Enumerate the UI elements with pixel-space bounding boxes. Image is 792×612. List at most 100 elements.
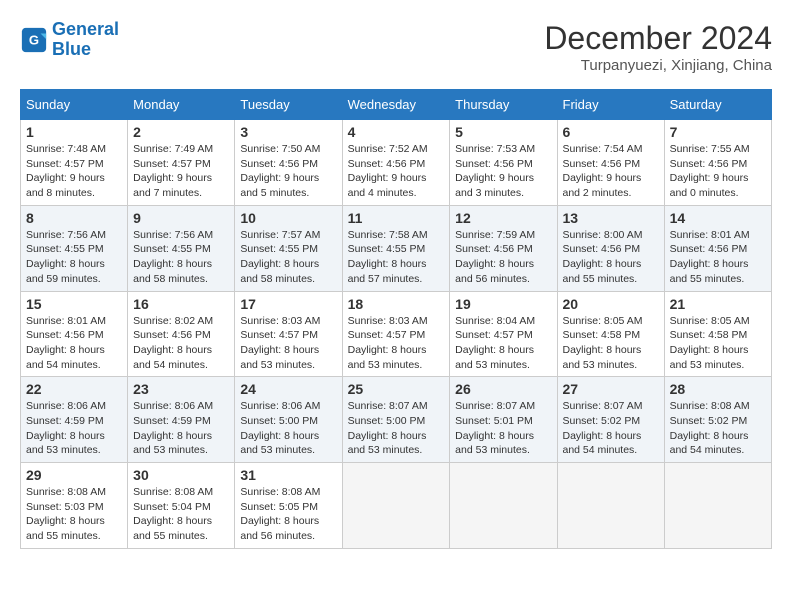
calendar-day-cell: 5 Sunrise: 7:53 AM Sunset: 4:56 PM Dayli… bbox=[450, 120, 557, 206]
day-info: Sunrise: 7:52 AM Sunset: 4:56 PM Dayligh… bbox=[348, 142, 445, 201]
calendar-week-row: 22 Sunrise: 8:06 AM Sunset: 4:59 PM Dayl… bbox=[21, 377, 772, 463]
calendar-day-cell: 30 Sunrise: 8:08 AM Sunset: 5:04 PM Dayl… bbox=[128, 463, 235, 549]
day-info: Sunrise: 7:56 AM Sunset: 4:55 PM Dayligh… bbox=[133, 228, 229, 287]
day-info: Sunrise: 8:08 AM Sunset: 5:02 PM Dayligh… bbox=[670, 399, 766, 458]
calendar-day-header: Wednesday bbox=[342, 90, 450, 120]
day-number: 2 bbox=[133, 124, 229, 140]
calendar-day-cell bbox=[557, 463, 664, 549]
svg-text:G: G bbox=[29, 32, 39, 47]
day-info: Sunrise: 8:04 AM Sunset: 4:57 PM Dayligh… bbox=[455, 314, 551, 373]
day-number: 27 bbox=[563, 381, 659, 397]
day-number: 11 bbox=[348, 210, 445, 226]
calendar-day-header: Friday bbox=[557, 90, 664, 120]
calendar-day-cell: 15 Sunrise: 8:01 AM Sunset: 4:56 PM Dayl… bbox=[21, 291, 128, 377]
calendar-day-cell: 4 Sunrise: 7:52 AM Sunset: 4:56 PM Dayli… bbox=[342, 120, 450, 206]
calendar-week-row: 1 Sunrise: 7:48 AM Sunset: 4:57 PM Dayli… bbox=[21, 120, 772, 206]
day-info: Sunrise: 8:08 AM Sunset: 5:05 PM Dayligh… bbox=[240, 485, 336, 544]
day-number: 9 bbox=[133, 210, 229, 226]
calendar-day-cell bbox=[664, 463, 771, 549]
day-number: 20 bbox=[563, 296, 659, 312]
day-info: Sunrise: 8:06 AM Sunset: 4:59 PM Dayligh… bbox=[26, 399, 122, 458]
day-info: Sunrise: 8:00 AM Sunset: 4:56 PM Dayligh… bbox=[563, 228, 659, 287]
logo-icon: G bbox=[20, 26, 48, 54]
calendar-day-header: Sunday bbox=[21, 90, 128, 120]
calendar-day-cell: 31 Sunrise: 8:08 AM Sunset: 5:05 PM Dayl… bbox=[235, 463, 342, 549]
day-number: 4 bbox=[348, 124, 445, 140]
calendar-day-cell: 29 Sunrise: 8:08 AM Sunset: 5:03 PM Dayl… bbox=[21, 463, 128, 549]
calendar-day-cell: 6 Sunrise: 7:54 AM Sunset: 4:56 PM Dayli… bbox=[557, 120, 664, 206]
logo-text: General Blue bbox=[52, 20, 119, 60]
day-number: 14 bbox=[670, 210, 766, 226]
day-info: Sunrise: 8:03 AM Sunset: 4:57 PM Dayligh… bbox=[348, 314, 445, 373]
calendar-day-cell: 3 Sunrise: 7:50 AM Sunset: 4:56 PM Dayli… bbox=[235, 120, 342, 206]
calendar-day-header: Thursday bbox=[450, 90, 557, 120]
day-info: Sunrise: 7:53 AM Sunset: 4:56 PM Dayligh… bbox=[455, 142, 551, 201]
day-number: 1 bbox=[26, 124, 122, 140]
day-number: 28 bbox=[670, 381, 766, 397]
calendar-day-cell: 17 Sunrise: 8:03 AM Sunset: 4:57 PM Dayl… bbox=[235, 291, 342, 377]
day-number: 16 bbox=[133, 296, 229, 312]
day-number: 8 bbox=[26, 210, 122, 226]
calendar-day-cell: 24 Sunrise: 8:06 AM Sunset: 5:00 PM Dayl… bbox=[235, 377, 342, 463]
day-info: Sunrise: 8:01 AM Sunset: 4:56 PM Dayligh… bbox=[670, 228, 766, 287]
calendar-day-cell: 7 Sunrise: 7:55 AM Sunset: 4:56 PM Dayli… bbox=[664, 120, 771, 206]
calendar-day-cell: 28 Sunrise: 8:08 AM Sunset: 5:02 PM Dayl… bbox=[664, 377, 771, 463]
day-info: Sunrise: 8:01 AM Sunset: 4:56 PM Dayligh… bbox=[26, 314, 122, 373]
day-number: 10 bbox=[240, 210, 336, 226]
day-info: Sunrise: 8:07 AM Sunset: 5:00 PM Dayligh… bbox=[348, 399, 445, 458]
day-info: Sunrise: 7:48 AM Sunset: 4:57 PM Dayligh… bbox=[26, 142, 122, 201]
calendar-day-cell: 1 Sunrise: 7:48 AM Sunset: 4:57 PM Dayli… bbox=[21, 120, 128, 206]
calendar-day-cell: 12 Sunrise: 7:59 AM Sunset: 4:56 PM Dayl… bbox=[450, 205, 557, 291]
calendar-day-cell: 16 Sunrise: 8:02 AM Sunset: 4:56 PM Dayl… bbox=[128, 291, 235, 377]
day-number: 13 bbox=[563, 210, 659, 226]
day-info: Sunrise: 8:07 AM Sunset: 5:02 PM Dayligh… bbox=[563, 399, 659, 458]
day-number: 5 bbox=[455, 124, 551, 140]
day-info: Sunrise: 7:54 AM Sunset: 4:56 PM Dayligh… bbox=[563, 142, 659, 201]
day-number: 30 bbox=[133, 467, 229, 483]
day-number: 26 bbox=[455, 381, 551, 397]
logo: G General Blue bbox=[20, 20, 119, 60]
calendar-day-header: Tuesday bbox=[235, 90, 342, 120]
calendar-day-cell: 14 Sunrise: 8:01 AM Sunset: 4:56 PM Dayl… bbox=[664, 205, 771, 291]
calendar-day-cell: 21 Sunrise: 8:05 AM Sunset: 4:58 PM Dayl… bbox=[664, 291, 771, 377]
day-number: 3 bbox=[240, 124, 336, 140]
day-info: Sunrise: 8:02 AM Sunset: 4:56 PM Dayligh… bbox=[133, 314, 229, 373]
calendar-day-cell: 8 Sunrise: 7:56 AM Sunset: 4:55 PM Dayli… bbox=[21, 205, 128, 291]
day-info: Sunrise: 8:08 AM Sunset: 5:03 PM Dayligh… bbox=[26, 485, 122, 544]
calendar-day-cell bbox=[450, 463, 557, 549]
day-info: Sunrise: 7:55 AM Sunset: 4:56 PM Dayligh… bbox=[670, 142, 766, 201]
day-info: Sunrise: 7:56 AM Sunset: 4:55 PM Dayligh… bbox=[26, 228, 122, 287]
day-number: 15 bbox=[26, 296, 122, 312]
day-info: Sunrise: 8:07 AM Sunset: 5:01 PM Dayligh… bbox=[455, 399, 551, 458]
day-info: Sunrise: 8:05 AM Sunset: 4:58 PM Dayligh… bbox=[670, 314, 766, 373]
day-number: 24 bbox=[240, 381, 336, 397]
calendar-day-cell: 26 Sunrise: 8:07 AM Sunset: 5:01 PM Dayl… bbox=[450, 377, 557, 463]
page-header: G General Blue December 2024 Turpanyuezi… bbox=[20, 20, 772, 74]
day-info: Sunrise: 7:50 AM Sunset: 4:56 PM Dayligh… bbox=[240, 142, 336, 201]
day-info: Sunrise: 7:49 AM Sunset: 4:57 PM Dayligh… bbox=[133, 142, 229, 201]
day-info: Sunrise: 8:08 AM Sunset: 5:04 PM Dayligh… bbox=[133, 485, 229, 544]
day-number: 19 bbox=[455, 296, 551, 312]
calendar-day-cell: 25 Sunrise: 8:07 AM Sunset: 5:00 PM Dayl… bbox=[342, 377, 450, 463]
day-info: Sunrise: 8:06 AM Sunset: 4:59 PM Dayligh… bbox=[133, 399, 229, 458]
location: Turpanyuezi, Xinjiang, China bbox=[544, 57, 772, 74]
calendar-table: SundayMondayTuesdayWednesdayThursdayFrid… bbox=[20, 89, 772, 549]
day-info: Sunrise: 8:06 AM Sunset: 5:00 PM Dayligh… bbox=[240, 399, 336, 458]
calendar-day-cell: 13 Sunrise: 8:00 AM Sunset: 4:56 PM Dayl… bbox=[557, 205, 664, 291]
day-info: Sunrise: 7:59 AM Sunset: 4:56 PM Dayligh… bbox=[455, 228, 551, 287]
calendar-day-cell: 20 Sunrise: 8:05 AM Sunset: 4:58 PM Dayl… bbox=[557, 291, 664, 377]
calendar-header-row: SundayMondayTuesdayWednesdayThursdayFrid… bbox=[21, 90, 772, 120]
calendar-day-header: Saturday bbox=[664, 90, 771, 120]
day-number: 7 bbox=[670, 124, 766, 140]
day-number: 18 bbox=[348, 296, 445, 312]
calendar-day-cell: 9 Sunrise: 7:56 AM Sunset: 4:55 PM Dayli… bbox=[128, 205, 235, 291]
calendar-day-cell: 2 Sunrise: 7:49 AM Sunset: 4:57 PM Dayli… bbox=[128, 120, 235, 206]
calendar-day-cell: 23 Sunrise: 8:06 AM Sunset: 4:59 PM Dayl… bbox=[128, 377, 235, 463]
calendar-day-cell: 10 Sunrise: 7:57 AM Sunset: 4:55 PM Dayl… bbox=[235, 205, 342, 291]
calendar-day-cell: 11 Sunrise: 7:58 AM Sunset: 4:55 PM Dayl… bbox=[342, 205, 450, 291]
calendar-day-cell: 18 Sunrise: 8:03 AM Sunset: 4:57 PM Dayl… bbox=[342, 291, 450, 377]
title-block: December 2024 Turpanyuezi, Xinjiang, Chi… bbox=[544, 20, 772, 74]
day-number: 6 bbox=[563, 124, 659, 140]
day-number: 23 bbox=[133, 381, 229, 397]
day-number: 25 bbox=[348, 381, 445, 397]
